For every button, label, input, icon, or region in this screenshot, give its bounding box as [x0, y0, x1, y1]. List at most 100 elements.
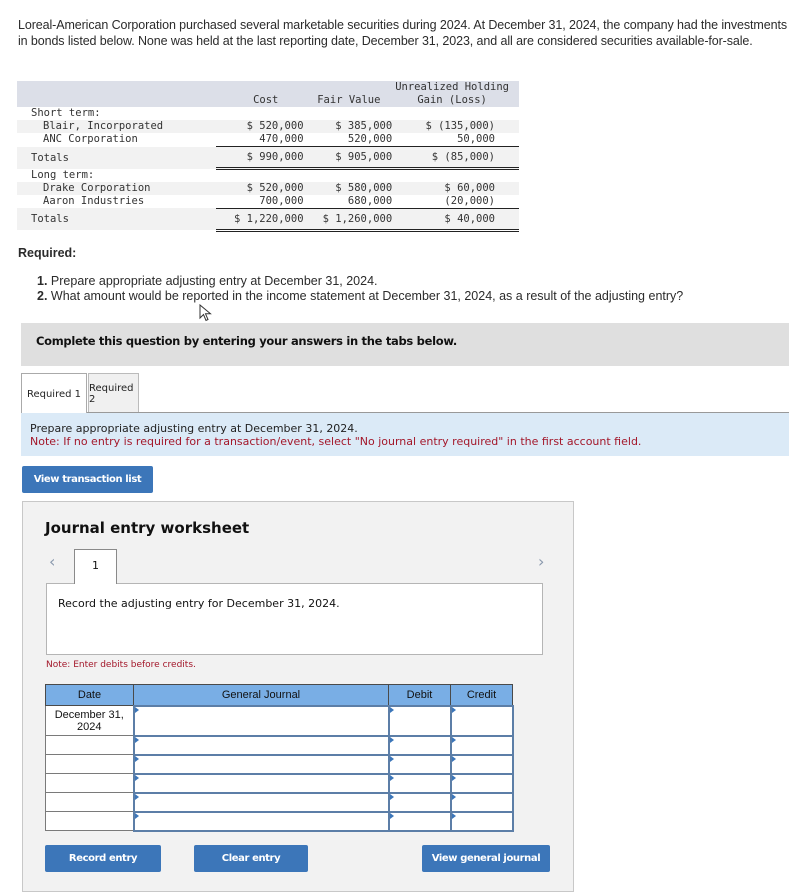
- short-term-totals-row: Totals $ 990,000 $ 905,000 $ (85,000): [17, 146, 519, 170]
- column-header-debit: Debit: [388, 684, 451, 706]
- required-heading: Required:: [18, 246, 77, 260]
- mouse-cursor-icon: [199, 304, 212, 322]
- credit-input[interactable]: [449, 810, 514, 832]
- debit-input[interactable]: [387, 704, 452, 737]
- securities-table: Unrealized Holding Cost Fair Value Gain …: [17, 81, 519, 232]
- date-cell: [45, 773, 134, 793]
- required-item-number: 1.: [37, 274, 48, 288]
- required-item-text: Prepare appropriate adjusting entry at D…: [50, 274, 378, 288]
- fair-value: 680,000: [305, 194, 396, 209]
- table-row: Blair, Incorporated $ 520,000 $ 385,000 …: [17, 120, 519, 133]
- entry-description: Record the adjusting entry for December …: [58, 597, 340, 610]
- total-gain: $ 40,000: [395, 208, 519, 232]
- journal-entry-worksheet: Journal entry worksheet ‹ › 1 Record the…: [22, 501, 574, 892]
- view-transaction-list-button[interactable]: View transaction list: [22, 466, 153, 493]
- date-cell: [45, 811, 134, 831]
- chevron-left-icon[interactable]: ‹: [49, 552, 55, 571]
- account-input[interactable]: [132, 734, 390, 756]
- required-item-text: What amount would be reported in the inc…: [50, 289, 684, 303]
- long-term-totals-row: Totals $ 1,220,000 $ 1,260,000 $ 40,000: [17, 208, 519, 232]
- total-fair-value: $ 905,000: [305, 146, 396, 170]
- instruction-band: Complete this question by entering your …: [21, 323, 789, 366]
- credit-input[interactable]: [449, 772, 514, 794]
- fair-value: $ 385,000: [305, 120, 396, 133]
- cost-value: $ 520,000: [215, 181, 306, 195]
- total-gain: $ (85,000): [395, 146, 519, 170]
- record-entry-button[interactable]: Record entry: [45, 845, 161, 872]
- required-item-2: 2. What amount would be reported in the …: [37, 289, 683, 304]
- date-cell: December 31, 2024: [45, 705, 134, 736]
- journal-row: [45, 772, 514, 794]
- account-input[interactable]: [132, 704, 390, 737]
- journal-header-row: Date General Journal Debit Credit: [45, 684, 513, 706]
- total-cost: $ 1,220,000: [215, 208, 306, 232]
- tab-info-panel: Prepare appropriate adjusting entry at D…: [21, 413, 789, 456]
- worksheet-step-tab[interactable]: 1: [74, 549, 117, 584]
- tab-required-2[interactable]: Required 2: [88, 373, 139, 413]
- credit-input[interactable]: [449, 704, 514, 737]
- debit-input[interactable]: [387, 791, 452, 813]
- long-term-label-row: Long term:: [17, 169, 519, 182]
- gain-value: $ (135,000): [395, 120, 519, 133]
- instruction-text: Complete this question by entering your …: [36, 334, 458, 348]
- journal-row: [45, 791, 514, 813]
- long-term-label: Long term:: [31, 168, 95, 181]
- totals-label: Totals: [17, 208, 216, 230]
- journal-row: [45, 810, 514, 832]
- fair-value: 520,000: [305, 133, 396, 147]
- journal-row: December 31, 2024: [45, 704, 514, 737]
- short-term-label-row: Short term:: [17, 107, 519, 120]
- gain-value: 50,000: [395, 133, 519, 147]
- cost-value: $ 520,000: [215, 120, 306, 133]
- column-header-date: Date: [45, 684, 134, 706]
- journal-row: [45, 734, 514, 756]
- header-gain-line2: Gain (Loss): [395, 94, 519, 107]
- debit-input[interactable]: [387, 772, 452, 794]
- gain-value: $ 60,000: [395, 181, 519, 195]
- header-fair-value: Fair Value: [305, 94, 396, 107]
- table-header-row-2: Cost Fair Value Gain (Loss): [17, 94, 519, 107]
- entry-description-box: Record the adjusting entry for December …: [46, 583, 543, 655]
- account-input[interactable]: [132, 791, 390, 813]
- credit-input[interactable]: [449, 753, 514, 775]
- total-fair-value: $ 1,260,000: [305, 208, 396, 232]
- account-input[interactable]: [132, 810, 390, 832]
- view-general-journal-button[interactable]: View general journal: [422, 845, 550, 872]
- problem-intro: Loreal-American Corporation purchased se…: [18, 18, 787, 48]
- security-name: Drake Corporation: [17, 181, 216, 195]
- security-name: Aaron Industries: [43, 194, 145, 207]
- debit-input[interactable]: [387, 753, 452, 775]
- total-cost: $ 990,000: [215, 146, 306, 170]
- credit-input[interactable]: [449, 791, 514, 813]
- required-item-1: 1. Prepare appropriate adjusting entry a…: [37, 274, 683, 289]
- table-row: Drake Corporation $ 520,000 $ 580,000 $ …: [17, 181, 519, 195]
- header-gain-line1: Unrealized Holding: [395, 81, 519, 94]
- security-name: Blair, Incorporated: [17, 120, 216, 133]
- totals-label: Totals: [17, 146, 216, 169]
- debit-input[interactable]: [387, 810, 452, 832]
- fair-value: $ 580,000: [305, 181, 396, 195]
- header-cost: Cost: [215, 94, 306, 107]
- table-header-row-1: Unrealized Holding: [17, 81, 519, 94]
- account-input[interactable]: [132, 772, 390, 794]
- chevron-right-icon[interactable]: ›: [538, 552, 544, 571]
- credit-input[interactable]: [449, 734, 514, 756]
- date-cell: [45, 735, 134, 755]
- date-cell: [45, 792, 134, 812]
- gain-value: (20,000): [395, 194, 519, 209]
- debit-credit-note: Note: Enter debits before credits.: [46, 660, 196, 670]
- debit-input[interactable]: [387, 734, 452, 756]
- table-row: ANC Corporation 470,000 520,000 50,000: [17, 133, 519, 147]
- journal-table: Date General Journal Debit Credit Decemb…: [45, 684, 514, 832]
- cost-value: 700,000: [215, 194, 306, 209]
- info-note: Note: If no entry is required for a tran…: [30, 435, 642, 448]
- info-prompt: Prepare appropriate adjusting entry at D…: [30, 422, 358, 435]
- cost-value: 470,000: [215, 133, 306, 147]
- account-input[interactable]: [132, 753, 390, 775]
- table-row: Aaron Industries 700,000 680,000 (20,000…: [17, 194, 519, 209]
- clear-entry-button[interactable]: Clear entry: [194, 845, 308, 872]
- journal-row: [45, 753, 514, 775]
- short-term-label: Short term:: [31, 107, 101, 119]
- tab-required-1[interactable]: Required 1: [21, 373, 87, 414]
- column-header-general-journal: General Journal: [133, 684, 389, 706]
